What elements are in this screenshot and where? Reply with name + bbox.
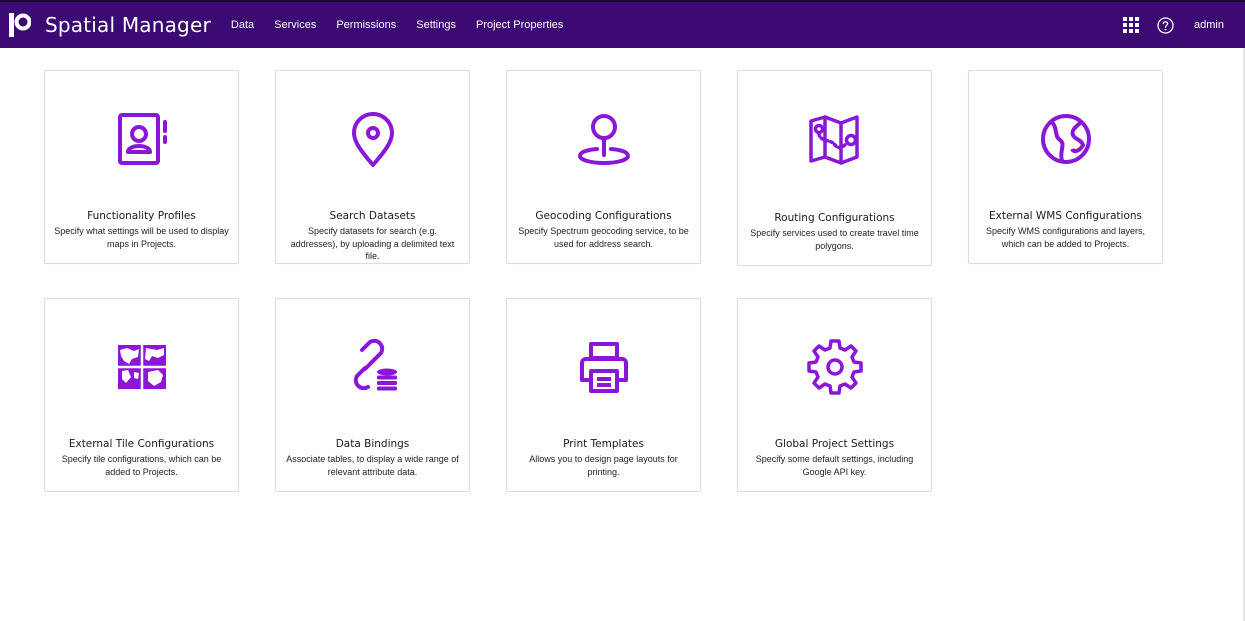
card-title: Print Templates: [563, 438, 644, 450]
card-functionality-profiles[interactable]: Functionality Profiles Specify what sett…: [44, 70, 239, 264]
card-description: Specify WMS configurations and layers, w…: [985, 226, 1146, 249]
card-external-tile-configurations[interactable]: External Tile Configurations Specify til…: [44, 298, 239, 492]
card-external-wms-configurations[interactable]: External WMS Configurations Specify WMS …: [968, 70, 1163, 264]
card-geocoding-configurations[interactable]: Geocoding Configurations Specify Spectru…: [506, 70, 701, 264]
logo-icon[interactable]: [9, 11, 33, 39]
map-marker-icon: [574, 109, 634, 169]
card-title: Global Project Settings: [774, 438, 895, 450]
route-map-icon: [805, 109, 865, 169]
card-description: Allows you to design page layouts for pr…: [529, 454, 678, 477]
contact-book-icon: [112, 109, 172, 169]
location-pin-icon: [343, 109, 403, 169]
nav-project-properties[interactable]: Project Properties: [476, 19, 563, 31]
card-description: Specify Spectrum geocoding service, to b…: [518, 226, 689, 249]
printer-icon: [574, 337, 634, 397]
card-routing-configurations[interactable]: Routing Configurations Specify services …: [737, 70, 932, 266]
card-title: Geocoding Configurations: [535, 210, 672, 222]
nav-data[interactable]: Data: [231, 19, 254, 31]
card-print-templates[interactable]: Print Templates Allows you to design pag…: [506, 298, 701, 492]
top-navigation-bar: Spatial Manager Data Services Permission…: [0, 0, 1245, 48]
nav-settings[interactable]: Settings: [416, 19, 456, 31]
card-title: External Tile Configurations: [68, 438, 215, 450]
card-title: External WMS Configurations: [988, 210, 1143, 222]
gear-icon: [805, 337, 865, 397]
app-brand-title[interactable]: Spatial Manager: [45, 13, 211, 37]
card-description: Specify tile configurations, which can b…: [61, 454, 222, 477]
user-menu[interactable]: admin: [1194, 19, 1224, 31]
card-description: Specify datasets for search (e.g. addres…: [290, 226, 455, 261]
header-actions: admin: [1123, 16, 1224, 34]
card-data-bindings[interactable]: Data Bindings Associate tables, to displ…: [275, 298, 470, 492]
main-nav: Data Services Permissions Settings Proje…: [231, 19, 584, 31]
tile-map-icon: [112, 337, 172, 397]
card-title: Data Bindings: [335, 438, 410, 450]
card-title: Functionality Profiles: [87, 210, 196, 222]
card-global-project-settings[interactable]: Global Project Settings Specify some def…: [737, 298, 932, 492]
nav-services[interactable]: Services: [274, 19, 316, 31]
globe-icon: [1036, 109, 1096, 169]
link-database-icon: [343, 337, 403, 397]
card-description: Specify some default settings, including…: [755, 454, 914, 477]
card-description: Specify what settings will be used to di…: [54, 226, 229, 249]
card-title: Search Datasets: [329, 210, 416, 222]
card-description: Specify services used to create travel t…: [750, 228, 919, 251]
help-icon[interactable]: [1157, 16, 1174, 34]
card-description: Associate tables, to display a wide rang…: [286, 454, 459, 477]
app-grid-icon[interactable]: [1123, 17, 1140, 33]
card-search-datasets[interactable]: Search Datasets Specify datasets for sea…: [275, 70, 470, 264]
card-title: Routing Configurations: [774, 212, 895, 224]
nav-permissions[interactable]: Permissions: [336, 19, 396, 31]
